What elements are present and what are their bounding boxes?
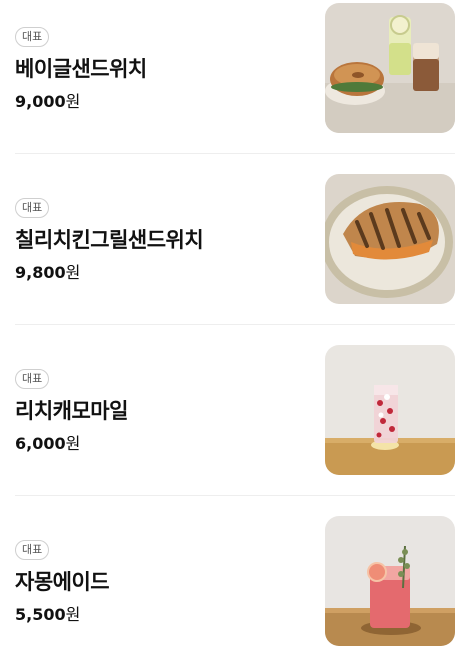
price-value: 9,800: [15, 263, 66, 282]
signature-badge: 대표: [15, 540, 50, 560]
menu-item-price: 9,800원: [15, 259, 80, 283]
signature-badge: 대표: [15, 198, 50, 218]
menu-item-price: 5,500원: [15, 601, 80, 625]
menu-item-grapefruit-ade[interactable]: 대표 자몽에이드 5,500원: [15, 516, 455, 646]
divider: [15, 324, 455, 325]
menu-item-lychee-chamomile[interactable]: 대표 리치캐모마일 6,000원: [15, 345, 455, 475]
price-value: 9,000: [15, 92, 66, 111]
menu-item-chili-chicken-sandwich[interactable]: 대표 칠리치킨그릴샌드위치 9,800원: [15, 174, 455, 304]
panini-photo: [325, 174, 455, 304]
divider: [15, 495, 455, 496]
signature-badge: 대표: [15, 369, 50, 389]
currency-unit: 원: [65, 263, 81, 282]
divider: [15, 153, 455, 154]
menu-item-info: 대표 칠리치킨그릴샌드위치 9,800원: [15, 174, 315, 304]
bagel-sandwich-photo: [325, 3, 455, 133]
signature-badge: 대표: [15, 27, 50, 47]
menu-item-name: 칠리치킨그릴샌드위치: [15, 228, 204, 252]
price-value: 5,500: [15, 605, 66, 624]
chamomile-drink-photo: [325, 345, 455, 475]
menu-item-name: 베이글샌드위치: [15, 57, 147, 81]
menu-item-name: 리치캐모마일: [15, 399, 128, 423]
menu-item-info: 대표 리치캐모마일 6,000원: [15, 345, 315, 475]
menu-item-price: 9,000원: [15, 88, 80, 112]
grapefruit-ade-photo: [325, 516, 455, 646]
menu-item-name: 자몽에이드: [15, 570, 110, 594]
menu-item-price: 6,000원: [15, 430, 80, 454]
currency-unit: 원: [65, 92, 81, 111]
menu-item-photo[interactable]: [325, 516, 455, 646]
currency-unit: 원: [65, 434, 81, 453]
menu-list: 대표 베이글샌드위치 9,000원 대표 칠리치킨그릴샌드위치 9,800원 대…: [0, 0, 468, 662]
currency-unit: 원: [65, 605, 81, 624]
menu-item-photo[interactable]: [325, 174, 455, 304]
menu-item-photo[interactable]: [325, 345, 455, 475]
menu-item-photo[interactable]: [325, 3, 455, 133]
menu-item-info: 대표 베이글샌드위치 9,000원: [15, 3, 315, 133]
menu-item-bagel-sandwich[interactable]: 대표 베이글샌드위치 9,000원: [15, 3, 455, 133]
price-value: 6,000: [15, 434, 66, 453]
menu-item-info: 대표 자몽에이드 5,500원: [15, 516, 315, 646]
